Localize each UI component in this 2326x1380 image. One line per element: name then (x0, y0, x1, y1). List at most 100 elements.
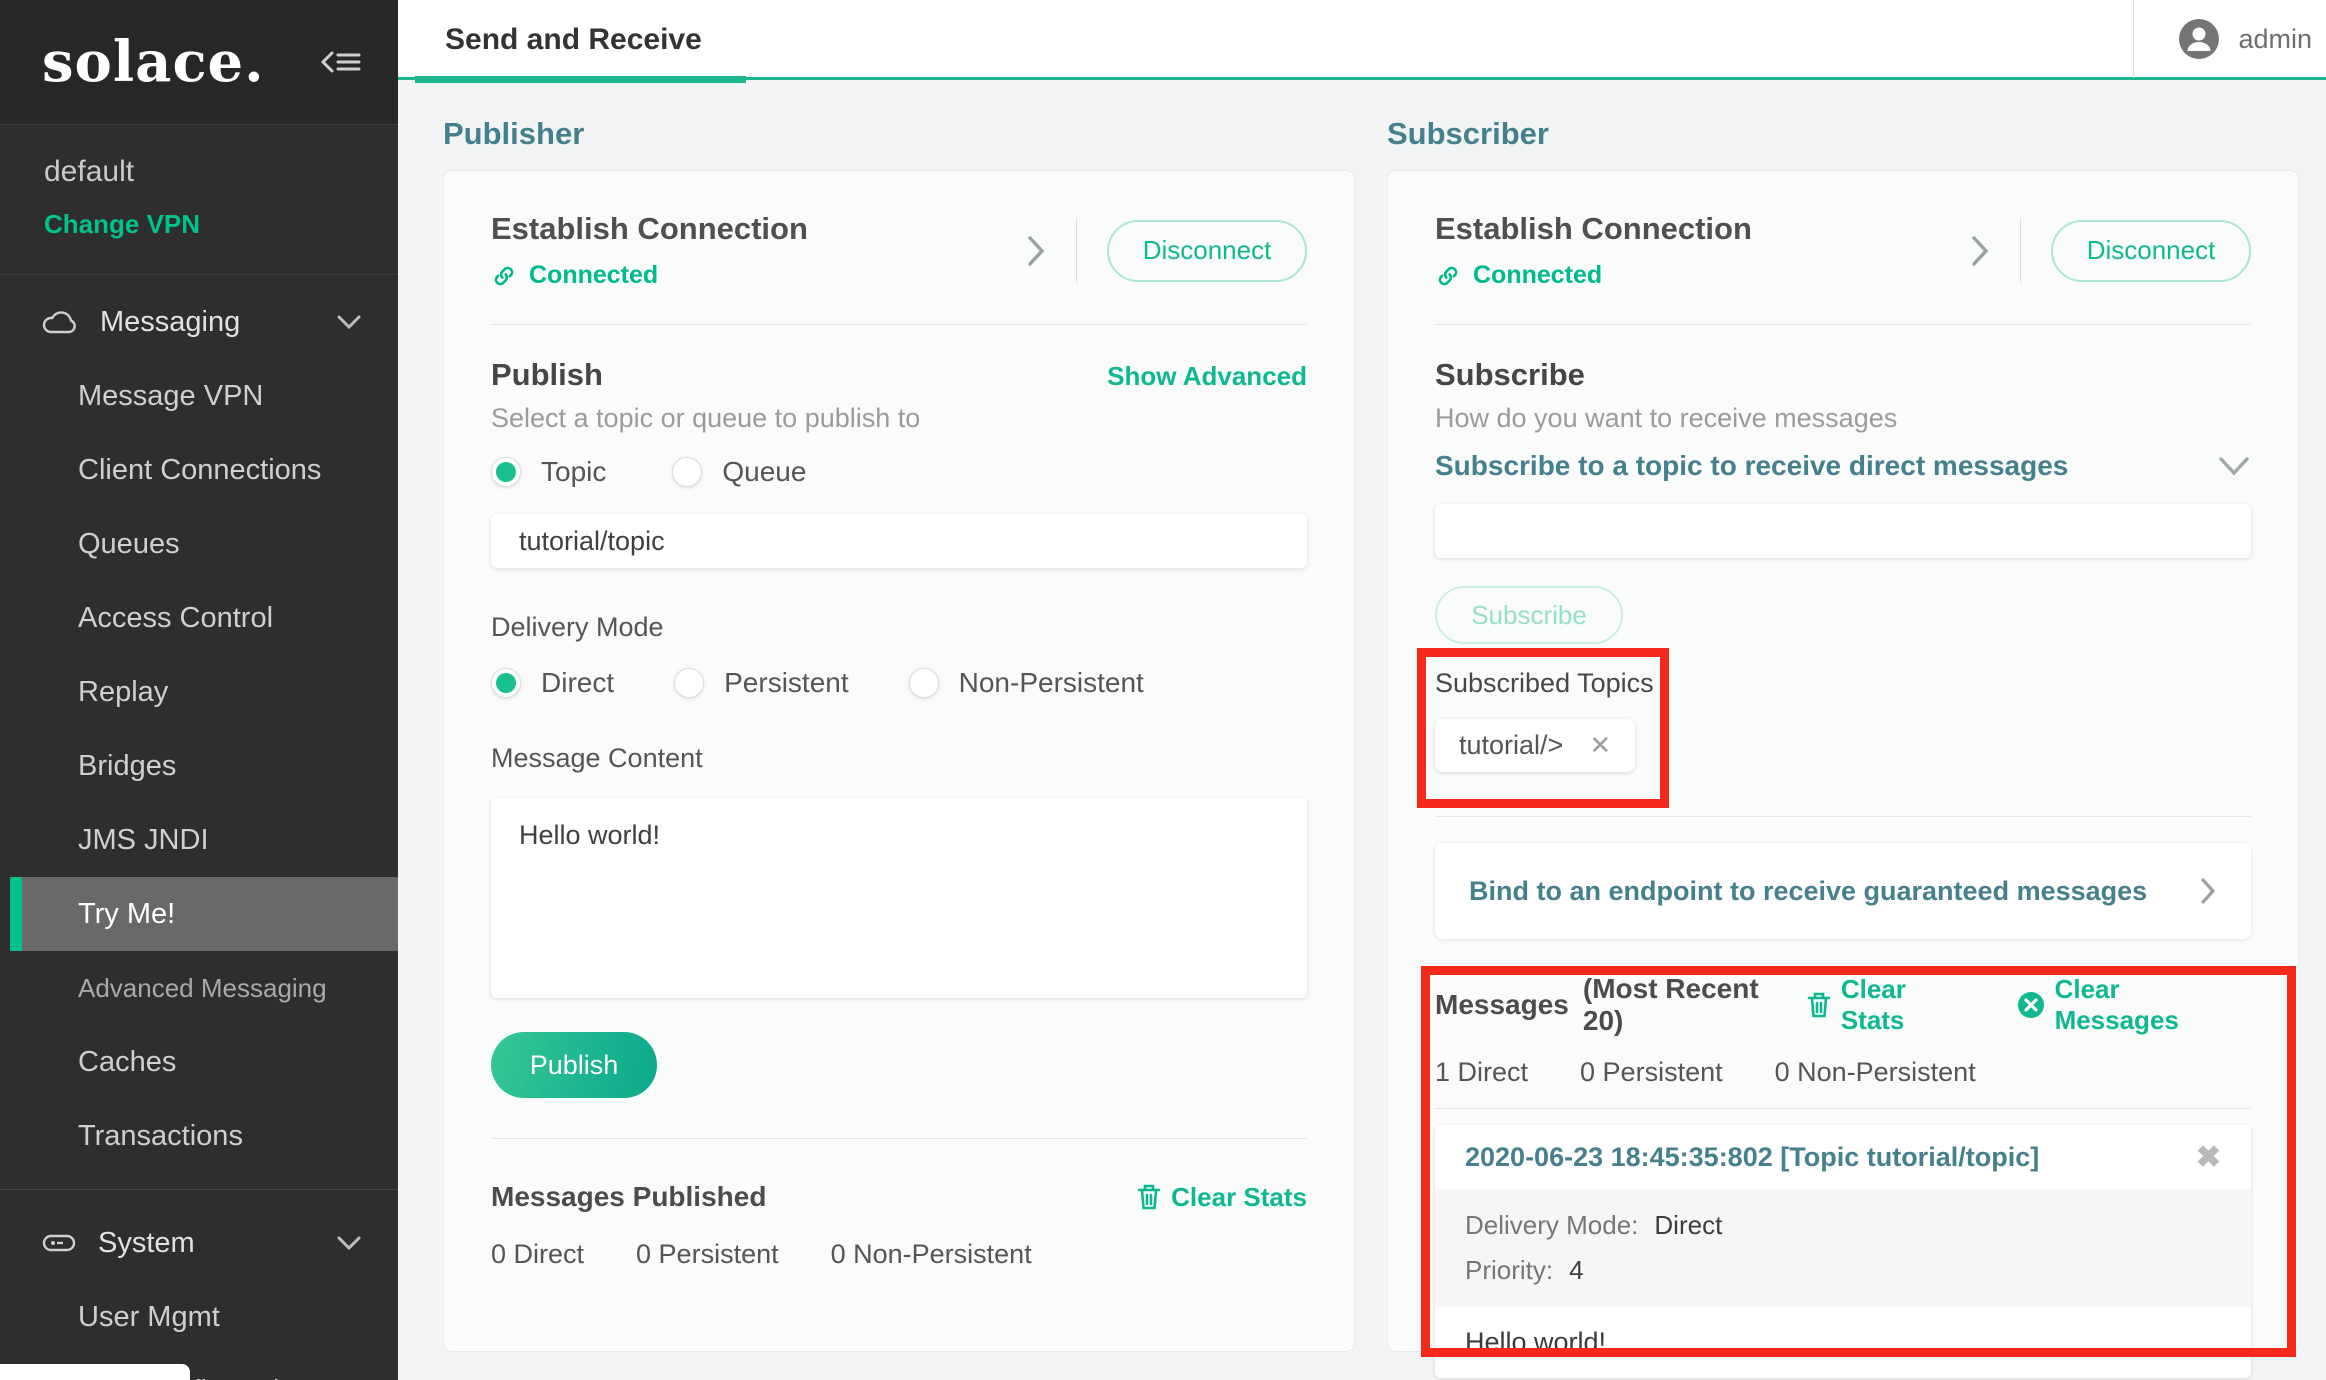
delivery-mode-value: Direct (1654, 1210, 1722, 1241)
radio-label: Persistent (724, 667, 849, 699)
stat-non-persistent: 0 Non-Persistent (831, 1239, 1032, 1270)
publish-button[interactable]: Publish (491, 1032, 657, 1098)
sidebar-item-caches[interactable]: Caches (0, 1025, 398, 1099)
clear-messages-link[interactable]: Clear Messages (2017, 974, 2251, 1036)
radio-circle[interactable] (672, 457, 702, 487)
sidebar-item-client-connections[interactable]: Client Connections (0, 433, 398, 507)
clear-messages-label: Clear Messages (2055, 974, 2251, 1036)
sidebar-section-system[interactable]: System (0, 1206, 398, 1280)
radio-non-persistent[interactable]: Non-Persistent (909, 667, 1144, 699)
divider (2020, 219, 2021, 283)
radio-label: Direct (541, 667, 614, 699)
connection-status-label: Connected (529, 261, 658, 290)
trash-icon (1807, 991, 1831, 1019)
message-content-textarea[interactable]: Hello world! (491, 798, 1307, 998)
publisher-clear-stats-link[interactable]: Clear Stats (1137, 1182, 1307, 1213)
sidebar-item-queues[interactable]: Queues (0, 507, 398, 581)
sidebar-item-message-vpn[interactable]: Message VPN (0, 359, 398, 433)
change-vpn-link[interactable]: Change VPN (44, 209, 354, 240)
sidebar-item-bridges[interactable]: Bridges (0, 729, 398, 803)
clear-stats-label: Clear Stats (1171, 1182, 1307, 1213)
subscriber-stats-row: 1 Direct 0 Persistent 0 Non-Persistent (1435, 1057, 2251, 1088)
connection-status: Connected (491, 261, 808, 290)
establish-connection-title: Establish Connection (1435, 211, 1752, 247)
subscribe-title: Subscribe (1435, 357, 1585, 393)
subscriber-panel: Establish Connection Connected Dis (1387, 170, 2299, 1352)
cloud-icon (42, 309, 78, 335)
user-menu[interactable]: admin (2133, 0, 2312, 78)
sidebar-nav: Messaging Message VPN Client Connections… (0, 275, 398, 1380)
stat-persistent: 0 Persistent (636, 1239, 779, 1270)
stat-direct: 1 Direct (1435, 1057, 1528, 1088)
radio-circle[interactable] (909, 668, 939, 698)
subscribe-mode-dropdown[interactable]: Subscribe to a topic to receive direct m… (1435, 450, 2251, 482)
sidebar-item-try-me[interactable]: Try Me! (10, 877, 398, 951)
chevron-down-icon (336, 1235, 362, 1251)
remove-topic-icon[interactable]: ✕ (1589, 730, 1611, 761)
subscriber-disconnect-button[interactable]: Disconnect (2051, 220, 2251, 282)
publisher-panel: Establish Connection Connected Dis (443, 170, 1355, 1352)
close-message-icon[interactable]: ✖ (2196, 1140, 2221, 1175)
chevron-down-icon (336, 314, 362, 330)
sidebar-section-messaging[interactable]: Messaging (0, 285, 398, 359)
sidebar-item-replay[interactable]: Replay (0, 655, 398, 729)
subscriber-connection-row: Establish Connection Connected Dis (1435, 171, 2251, 324)
messages-subtitle: (Most Recent 20) (1583, 973, 1807, 1037)
message-content: Hello world! (1435, 1307, 2251, 1378)
messages-title: Messages (1435, 989, 1569, 1021)
publisher-stats-row: 0 Direct 0 Persistent 0 Non-Persistent (491, 1239, 1307, 1270)
topic-chip-label: tutorial/> (1459, 730, 1563, 761)
publish-title: Publish (491, 357, 603, 393)
message-properties: Delivery Mode: Direct Priority: 4 (1435, 1189, 2251, 1307)
chevron-down-icon (2217, 455, 2251, 477)
divider (491, 1138, 1307, 1139)
divider (1435, 1108, 2251, 1109)
publisher-connection-row: Establish Connection Connected Dis (491, 171, 1307, 324)
divider (1076, 219, 1077, 283)
delivery-mode-label: Delivery Mode (491, 612, 1307, 643)
chevron-right-icon[interactable] (1026, 234, 1046, 268)
tab-send-and-receive[interactable]: Send and Receive (445, 0, 702, 80)
radio-circle[interactable] (491, 457, 521, 487)
radio-queue[interactable]: Queue (672, 456, 806, 488)
messages-published-title: Messages Published (491, 1181, 766, 1213)
divider (491, 324, 1307, 325)
message-content-label: Message Content (491, 743, 1307, 774)
sidebar-collapse-icon[interactable] (320, 47, 362, 77)
top-header: Send and Receive admin (398, 0, 2326, 80)
destination-radio-group: Topic Queue (491, 456, 1307, 488)
chevron-right-icon[interactable] (1970, 234, 1990, 268)
vpn-name: default (44, 155, 354, 189)
bind-endpoint-card[interactable]: Bind to an endpoint to receive guarantee… (1435, 843, 2251, 939)
main-content: Publisher Subscriber Establish Connectio… (398, 80, 2326, 1380)
sidebar-item-advanced-messaging[interactable]: Advanced Messaging (0, 951, 398, 1025)
publisher-title: Publisher (443, 116, 584, 152)
publish-subtitle: Select a topic or queue to publish to (491, 403, 1307, 434)
sidebar-item-transactions[interactable]: Transactions (0, 1099, 398, 1173)
subscribed-topics-label: Subscribed Topics (1435, 668, 2251, 699)
connection-status-label: Connected (1473, 261, 1602, 290)
sidebar-item-jms-jndi[interactable]: JMS JNDI (0, 803, 398, 877)
radio-label: Topic (541, 456, 606, 488)
radio-persistent[interactable]: Persistent (674, 667, 849, 699)
radio-circle[interactable] (674, 668, 704, 698)
system-icon (42, 1233, 76, 1253)
publisher-disconnect-button[interactable]: Disconnect (1107, 220, 1307, 282)
subscriber-clear-stats-link[interactable]: Clear Stats (1807, 974, 1977, 1036)
subscribe-button[interactable]: Subscribe (1435, 586, 1623, 644)
user-avatar-icon (2178, 18, 2220, 60)
radio-topic[interactable]: Topic (491, 456, 606, 488)
show-advanced-link[interactable]: Show Advanced (1107, 361, 1307, 392)
message-timestamp: 2020-06-23 18:45:35:802 [Topic tutorial/… (1465, 1142, 2039, 1173)
subscribe-topic-input[interactable] (1435, 504, 2251, 558)
publish-topic-input[interactable] (491, 514, 1307, 568)
radio-direct[interactable]: Direct (491, 667, 614, 699)
sidebar-item-access-control[interactable]: Access Control (0, 581, 398, 655)
priority-value: 4 (1569, 1255, 1583, 1286)
radio-label: Queue (722, 456, 806, 488)
radio-circle[interactable] (491, 668, 521, 698)
sidebar-item-user-mgmt[interactable]: User Mgmt (0, 1280, 398, 1354)
stat-non-persistent: 0 Non-Persistent (1775, 1057, 1976, 1088)
sidebar-section-label: System (98, 1227, 195, 1260)
browser-status-bar (0, 1364, 190, 1380)
